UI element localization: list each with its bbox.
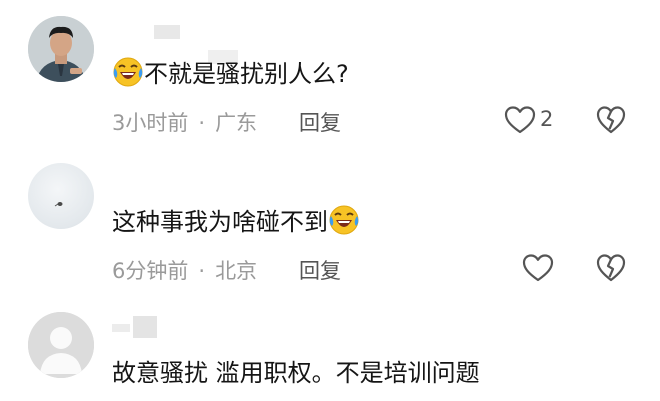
- snow-scene-avatar: [54, 202, 63, 207]
- avatar[interactable]: [28, 312, 94, 378]
- comment-meta: 3小时前 · 广东: [112, 107, 257, 137]
- comment-text: 不就是骚扰别人么?: [112, 56, 349, 91]
- default-user-avatar: [28, 312, 94, 378]
- rofl-emoji-icon: [329, 205, 359, 235]
- comment-text-content: 不就是骚扰别人么?: [144, 60, 349, 88]
- comment-text: 故意骚扰 滥用职权。不是培训问题: [112, 356, 480, 390]
- comment-text-content: 故意骚扰 滥用职权。不是培训问题: [112, 359, 480, 387]
- username-obscured: [154, 25, 180, 39]
- comment-text: 这种事我为啥碰不到: [112, 204, 360, 239]
- like-count: 2: [540, 107, 554, 131]
- meta-separator: ·: [198, 259, 206, 283]
- comment-location: 北京: [215, 259, 258, 283]
- avatar[interactable]: [28, 16, 94, 82]
- comment-time: 6分钟前: [112, 259, 189, 283]
- reply-button[interactable]: 回复: [299, 107, 341, 137]
- comment-item: 故意骚扰 滥用职权。不是培训问题: [0, 300, 660, 401]
- rofl-emoji-icon: [113, 57, 143, 87]
- comment-text-content: 这种事我为啥碰不到: [112, 208, 328, 236]
- meta-separator: ·: [198, 111, 206, 135]
- username-obscured: [112, 324, 130, 332]
- reply-button[interactable]: 回复: [299, 255, 341, 285]
- comment-location: 广东: [215, 111, 258, 135]
- heart-like-icon[interactable]: [504, 105, 536, 135]
- username-obscured: [133, 316, 157, 338]
- comment-time: 3小时前: [112, 111, 189, 135]
- heart-like-icon[interactable]: [522, 253, 554, 283]
- user-photo-avatar: [28, 16, 94, 82]
- avatar[interactable]: [28, 163, 94, 229]
- broken-heart-dislike-icon[interactable]: [596, 253, 626, 283]
- comment-item: 这种事我为啥碰不到 6分钟前 · 北京 回复: [0, 150, 660, 300]
- broken-heart-dislike-icon[interactable]: [596, 105, 626, 135]
- comment-meta: 6分钟前 · 北京: [112, 255, 257, 285]
- comment-item: 不就是骚扰别人么? 3小时前 · 广东 回复 2: [0, 0, 660, 150]
